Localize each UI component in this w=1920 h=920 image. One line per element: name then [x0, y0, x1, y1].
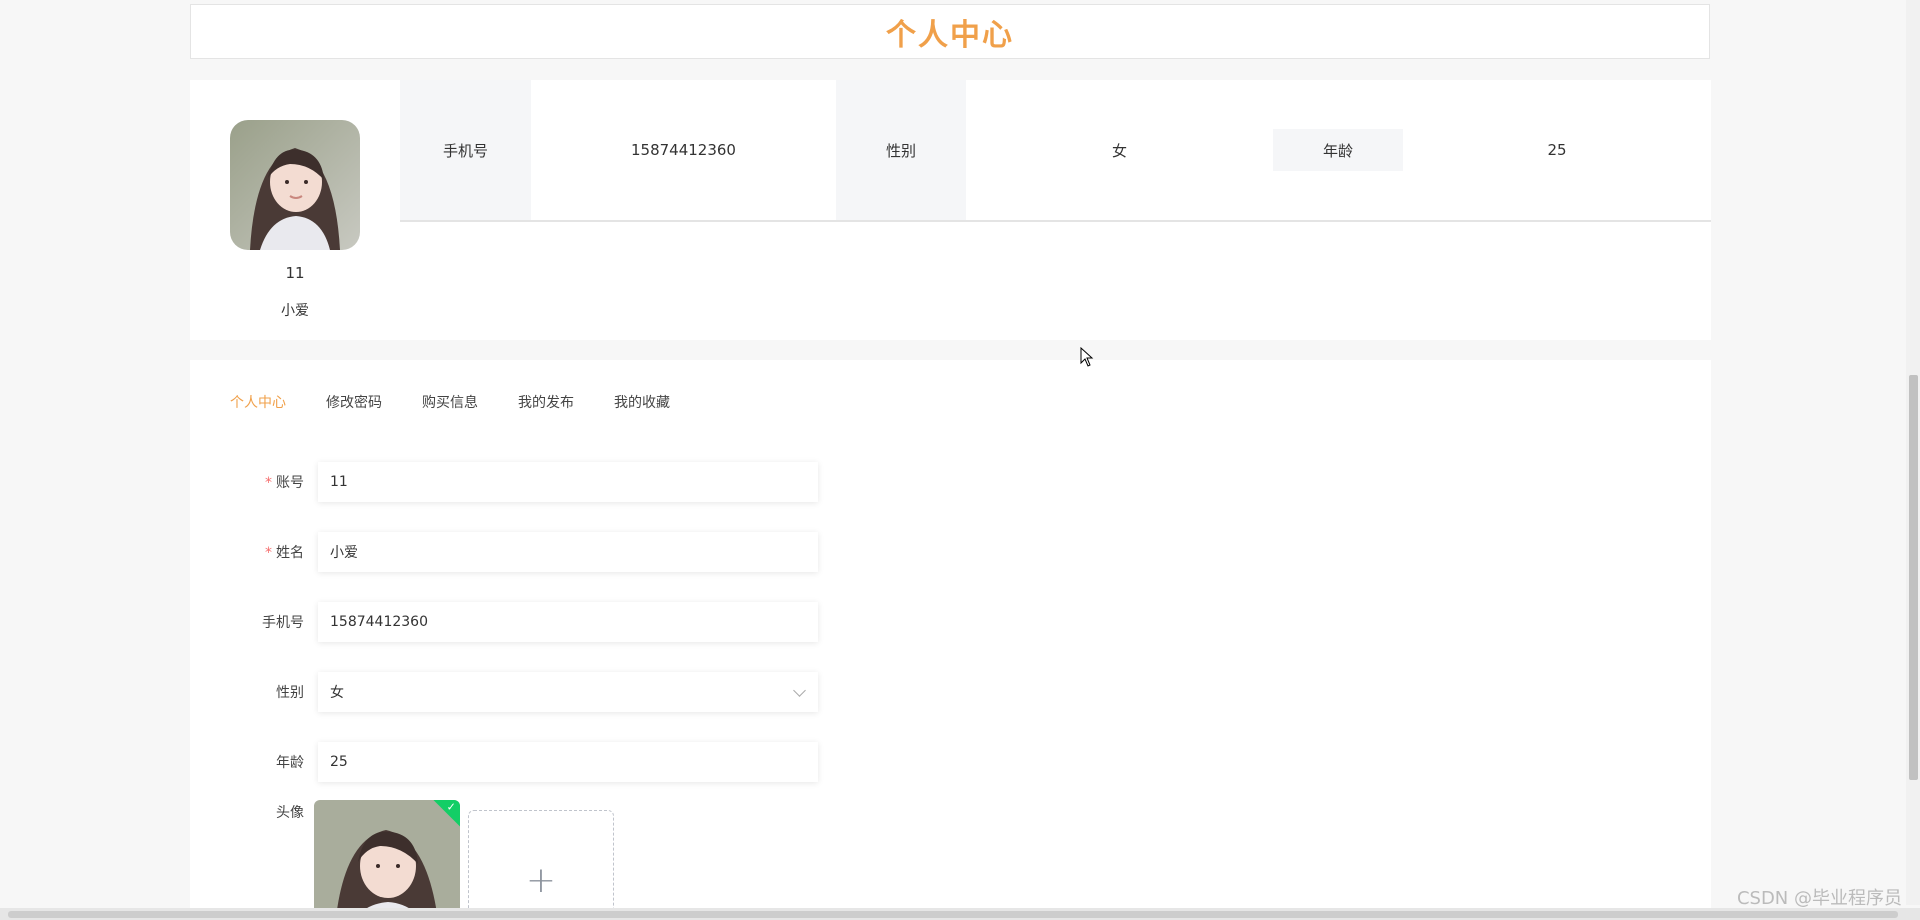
- profile-form-panel: 个人中心 修改密码 购买信息 我的发布 我的收藏 *账号 *姓名 手机号 性别 …: [190, 360, 1711, 920]
- gender-select-value: 女: [318, 672, 818, 712]
- tab-purchase-info[interactable]: 购买信息: [422, 392, 478, 412]
- avatar-image: [230, 120, 360, 250]
- tab-my-posts[interactable]: 我的发布: [518, 392, 574, 412]
- avatar-thumbnail[interactable]: ✓: [314, 800, 460, 920]
- profile-tabs: 个人中心 修改密码 购买信息 我的发布 我的收藏: [230, 392, 670, 412]
- page-title: 个人中心: [886, 17, 1014, 53]
- info-label-phone: 手机号: [400, 80, 531, 220]
- profile-account: 11: [285, 264, 305, 282]
- vertical-scrollbar-thumb[interactable]: [1909, 375, 1918, 780]
- profile-info-table: 手机号 15874412360 性别 女 年龄 25: [400, 80, 1711, 222]
- account-label: * 账号: [230, 472, 318, 492]
- phone-input[interactable]: [318, 602, 818, 642]
- info-value-gender: 女: [1111, 141, 1127, 160]
- name-label: * 姓名: [230, 542, 318, 562]
- gender-label: 性别: [276, 685, 304, 701]
- age-label: 年龄: [276, 755, 304, 771]
- account-input[interactable]: [318, 462, 818, 502]
- plus-icon: +: [525, 859, 557, 901]
- tab-personal-center[interactable]: 个人中心: [230, 392, 286, 412]
- page-title-bar: 个人中心: [190, 4, 1710, 59]
- info-value-phone: 15874412360: [631, 141, 736, 159]
- avatar-thumb-image: [314, 800, 460, 920]
- name-label-text: 姓名: [276, 545, 304, 561]
- watermark: CSDN @毕业程序员: [1736, 888, 1902, 909]
- horizontal-scrollbar-thumb[interactable]: [8, 911, 1898, 918]
- info-label-gender: 性别: [836, 80, 966, 220]
- avatar-upload: ✓ +: [314, 800, 614, 920]
- gender-select[interactable]: 女: [318, 672, 818, 712]
- required-mark: *: [265, 475, 272, 491]
- form-row-account: * 账号: [230, 460, 1630, 504]
- upload-add-button[interactable]: +: [468, 810, 614, 920]
- form-row-phone: 手机号: [230, 600, 1630, 644]
- profile-avatar: [230, 120, 360, 250]
- profile-name: 小爱: [281, 303, 309, 319]
- account-label-text: 账号: [276, 475, 304, 491]
- vertical-scrollbar[interactable]: [1906, 0, 1920, 905]
- tab-change-password[interactable]: 修改密码: [326, 392, 382, 412]
- profile-card: 11 小爱 手机号 15874412360 性别 女 年龄 25: [190, 80, 1711, 340]
- info-value-age: 25: [1547, 141, 1567, 159]
- form-row-name: * 姓名: [230, 530, 1630, 574]
- form-row-age: 年龄: [230, 740, 1630, 784]
- age-input[interactable]: [318, 742, 818, 782]
- mouse-cursor-icon: [1080, 347, 1094, 367]
- horizontal-scrollbar[interactable]: [0, 908, 1920, 920]
- name-input[interactable]: [318, 532, 818, 572]
- avatar-label: 头像: [276, 805, 304, 821]
- tab-my-favorites[interactable]: 我的收藏: [614, 392, 670, 412]
- phone-label: 手机号: [262, 615, 304, 631]
- form-row-gender: 性别 女: [230, 670, 1630, 714]
- info-label-age: 年龄: [1273, 129, 1403, 171]
- check-icon: ✓: [446, 800, 457, 814]
- personal-center-page: 个人中心 11 小爱 手机号 15874412360 性别 女 年龄 25 个人…: [0, 0, 1920, 920]
- required-mark: *: [265, 545, 272, 561]
